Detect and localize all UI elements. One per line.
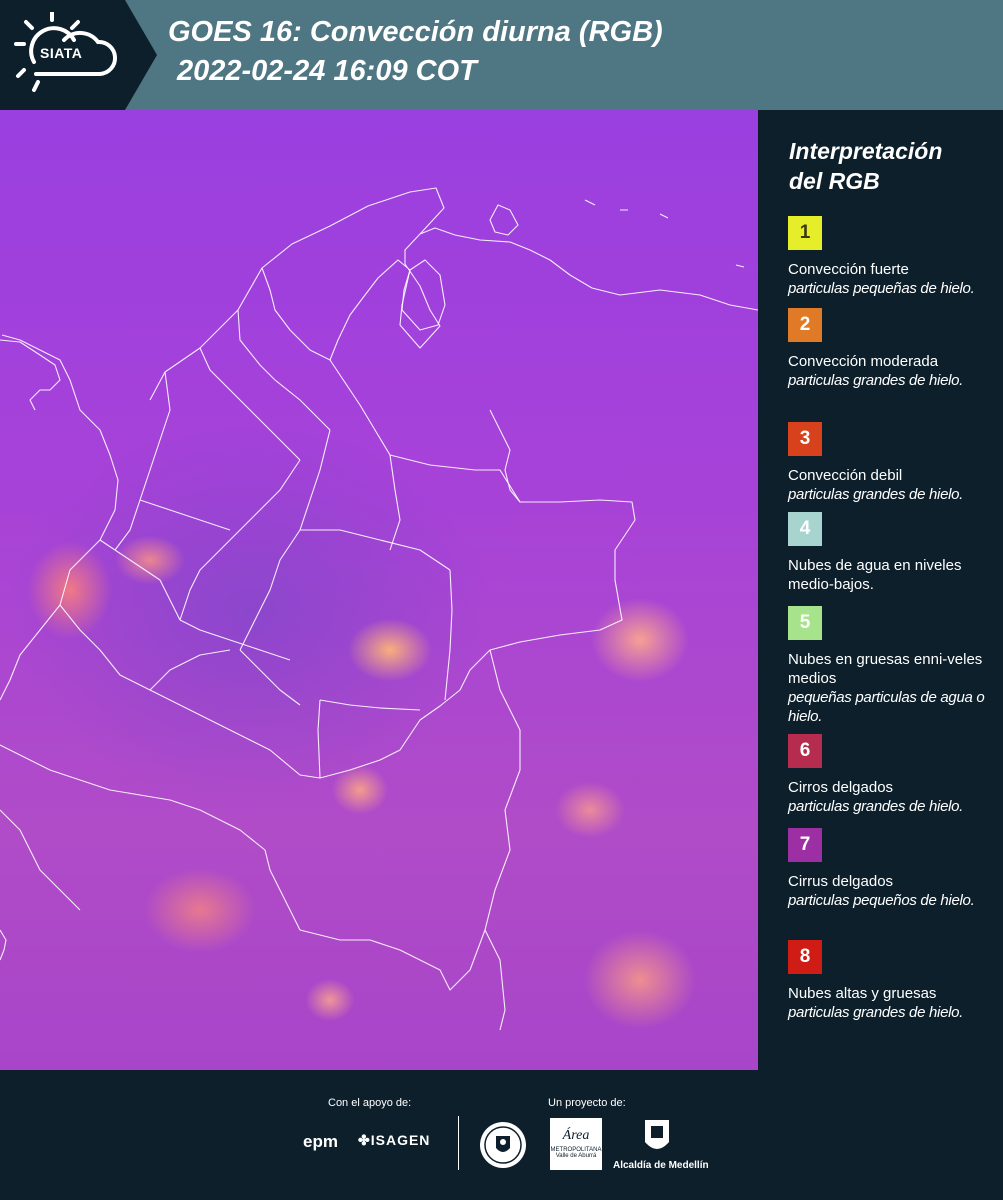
brazil-south xyxy=(484,929,506,1031)
legend-item-3: 3 Convección debil particulas grandes de… xyxy=(788,422,998,504)
legend-item-8: 8 Nubes altas y gruesas particulas grand… xyxy=(788,940,998,1022)
ecuador-border xyxy=(0,604,61,701)
peru-border xyxy=(0,744,266,851)
paraguana-peninsula xyxy=(489,204,519,236)
legend-item-name: Cirros delgados xyxy=(788,779,894,796)
page-title: GOES 16: Convección diurna (RGB) xyxy=(168,16,663,48)
legend-item-5: 5 Nubes en gruesas enni-veles medios peq… xyxy=(788,606,998,726)
legend-item-desc: particulas grandes de hielo. xyxy=(788,372,964,389)
legend-item-desc: particulas grandes de hielo. xyxy=(788,486,964,503)
legend-item-2: 2 Convección moderada particulas grandes… xyxy=(788,308,998,390)
legend-item-name: Convección moderada xyxy=(788,353,939,370)
header: SIATA GOES 16: Convección diurna (RGB) 2… xyxy=(0,0,1003,110)
legend-item-7: 7 Cirrus delgados particulas pequeños de… xyxy=(788,828,998,910)
legend-item-name: Convección fuerte xyxy=(788,261,909,278)
legend-swatch: 1 xyxy=(788,216,822,250)
isagen-logo: ✤ISAGEN xyxy=(358,1132,430,1149)
support-label: Con el apoyo de: xyxy=(328,1097,412,1109)
legend-item-name: Nubes altas y gruesas xyxy=(788,985,937,1002)
logo-arrow xyxy=(125,0,157,110)
legend-item-desc: particulas pequeños de hielo. xyxy=(788,892,975,909)
footer: Con el apoyo de: Un proyecto de: epm ✤IS… xyxy=(0,1070,1003,1200)
legend-swatch: 4 xyxy=(788,512,822,546)
legend-item-desc: particulas pequeñas de hielo. xyxy=(788,280,975,297)
project-label: Un proyecto de: xyxy=(548,1097,626,1109)
area-logo-sub2: Valle de Aburrá xyxy=(555,1153,597,1159)
area-metropolitana-logo: Área METROPOLITANA Valle de Aburrá xyxy=(550,1118,602,1170)
brazil-border xyxy=(264,649,521,991)
isagen-mark-icon: ✤ xyxy=(358,1132,371,1148)
legend-item-desc: pequeñas particulas de agua o hielo. xyxy=(788,689,985,725)
coast-south xyxy=(0,809,81,911)
legend-item-name: Nubes de agua en niveles medio-bajos. xyxy=(788,557,962,593)
legend-item-desc: particulas grandes de hielo. xyxy=(788,798,964,815)
colombia-border xyxy=(1,187,636,779)
legend-title: Interpretación del RGB xyxy=(789,136,989,196)
island-left xyxy=(0,929,7,961)
legend-swatch: 7 xyxy=(788,828,822,862)
legend-item-6: 6 Cirros delgados particulas grandes de … xyxy=(788,734,998,816)
legend-title-line1: Interpretación xyxy=(789,138,943,164)
footer-divider xyxy=(458,1116,459,1170)
page-timestamp: 2022-02-24 16:09 COT xyxy=(177,55,477,87)
legend-item-4: 4 Nubes de agua en niveles medio-bajos. xyxy=(788,512,998,594)
siata-logo: SIATA xyxy=(0,0,125,110)
legend-swatch: 5 xyxy=(788,606,822,640)
legend-item-name: Nubes en gruesas enni-veles medios xyxy=(788,651,983,687)
isagen-text: ISAGEN xyxy=(370,1132,431,1148)
venezuela-inner xyxy=(489,409,521,503)
legend-panel: Interpretación del RGB 1 Convección fuer… xyxy=(760,110,1003,1070)
department-lines xyxy=(99,267,453,779)
legend-title-line2: del RGB xyxy=(789,168,880,194)
logo-text: SIATA xyxy=(40,45,83,61)
alcaldia-shield-icon xyxy=(645,1120,669,1149)
island-dots xyxy=(584,199,745,268)
area-logo-name: Área xyxy=(562,1128,590,1143)
legend-swatch: 3 xyxy=(788,422,822,456)
panama-coast xyxy=(0,339,61,411)
seal-icon xyxy=(480,1122,526,1168)
legend-item-name: Convección debil xyxy=(788,467,903,484)
epm-logo: epm xyxy=(303,1132,338,1151)
legend-swatch: 2 xyxy=(788,308,822,342)
legend-item-1: 1 Convección fuerte particulas pequeñas … xyxy=(788,216,998,298)
legend-item-desc: particulas grandes de hielo. xyxy=(788,1004,964,1021)
legend-swatch: 8 xyxy=(788,940,822,974)
alcaldia-label: Alcaldía de Medellín xyxy=(613,1160,709,1171)
legend-swatch: 6 xyxy=(788,734,822,768)
boundaries-overlay xyxy=(0,187,758,1031)
venezuela-coast xyxy=(419,227,758,311)
legend-item-name: Cirrus delgados xyxy=(788,873,894,890)
satellite-rgb-map[interactable] xyxy=(0,110,758,1070)
